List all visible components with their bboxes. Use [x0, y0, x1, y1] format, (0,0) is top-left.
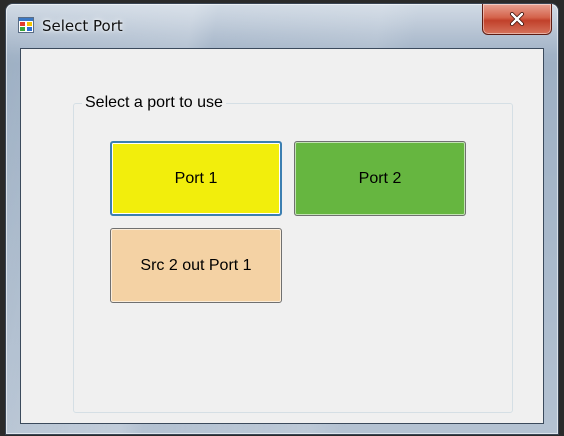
client-area: Select a port to use Port 1 Port 2 Src 2… — [21, 49, 543, 423]
application-icon — [18, 17, 34, 33]
close-button[interactable] — [482, 4, 552, 35]
port-2-button[interactable]: Port 2 — [294, 141, 466, 216]
groupbox-label: Select a port to use — [82, 93, 226, 113]
dialog-window: Select Port Select a port to use Port 1 … — [6, 4, 558, 434]
port-groupbox: Select a port to use Port 1 Port 2 Src 2… — [73, 93, 513, 413]
window-title: Select Port — [42, 17, 123, 35]
src-2-out-port-1-button[interactable]: Src 2 out Port 1 — [110, 228, 282, 303]
close-icon — [509, 12, 525, 26]
title-bar[interactable]: Select Port — [6, 4, 558, 42]
client-frame: Select a port to use Port 1 Port 2 Src 2… — [20, 48, 544, 424]
port-1-button[interactable]: Port 1 — [110, 141, 282, 216]
